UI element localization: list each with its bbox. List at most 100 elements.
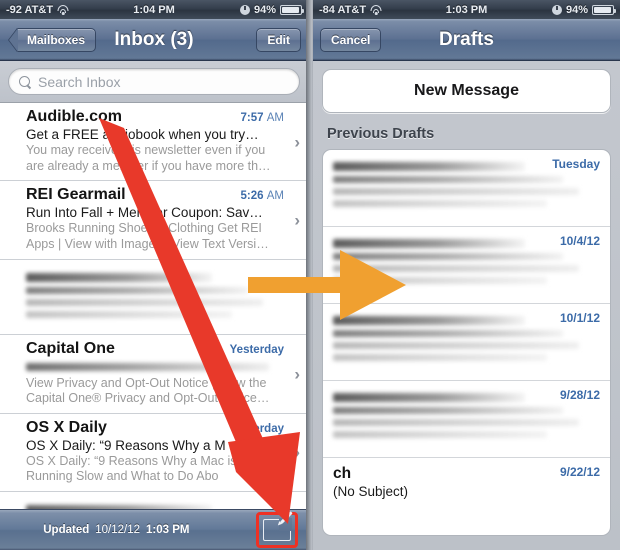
chevron-right-icon: › [294,132,300,152]
list-item[interactable]: 9/28/12 [323,381,610,458]
redacted-subject [26,362,269,371]
updated-time: 1:03 PM [146,524,190,536]
redacted-preview-line [26,310,233,318]
new-message-button[interactable]: New Message [322,69,611,113]
list-item[interactable]: 10/4/12 [323,227,610,304]
redacted-preview-line [333,419,579,426]
right-nav-bar: Cancel Drafts [313,19,620,61]
carrier-label: -84 AT&T [319,3,367,16]
right-status-battery-group: 94% [551,3,616,16]
message-sender: Capital One [26,339,115,357]
message-time: Yesterday [229,422,284,435]
wifi-icon [57,4,69,15]
message-date: 7:57 AM [241,112,284,124]
clock-icon [551,4,562,15]
left-status-battery-group: 94% [239,3,304,16]
table-row[interactable]: Audible.com 7:57 AM Get a FREE audiobook… [0,103,308,182]
message-preview: You may receive this newsletter even if … [26,143,271,173]
redacted-preview-line [333,265,579,272]
wifi-icon [370,4,382,15]
search-input[interactable]: Search Inbox [8,68,300,95]
updated-status: Updated 10/12/12 1:03 PM [43,524,189,536]
chevron-right-icon: › [294,210,300,230]
draft-subject: (No Subject) [333,484,409,499]
draft-date: Tuesday [552,157,600,171]
message-subject: Get a FREE audiobook when you try… [26,127,259,142]
message-time: Yesterday [229,343,284,356]
table-row[interactable]: OS X Daily Yesterday OS X Daily: “9 Reas… [0,413,308,492]
message-preview: Brooks Running Shoes + Clothing Get REI … [26,221,269,251]
redacted-preview-line [333,188,579,195]
search-placeholder: Search Inbox [38,73,121,90]
chevron-right-icon: › [294,442,300,462]
left-status-signal-group: -92 AT&T [6,4,69,16]
list-item[interactable]: 10/1/12 [323,304,610,381]
left-status-bar: -92 AT&T 1:04 PM 94% [0,0,308,19]
message-date: Yesterday [230,423,284,435]
search-bar: Search Inbox [0,61,308,103]
right-status-bar: -84 AT&T 1:03 PM 94% [313,0,620,19]
row-header: Capital One Yesterday [26,340,284,358]
message-sender: REI Gearmail [26,186,126,204]
list-item[interactable]: 9/22/12 ch (No Subject) [323,458,610,535]
draft-date: 9/28/12 [559,388,600,402]
redacted-subject [333,407,563,414]
redacted-sender [333,162,526,171]
table-row[interactable]: REI Gearmail 5:26 AM Run Into Fall + Mem… [0,181,308,260]
message-date: Yesterday [230,344,284,356]
redacted-subject [26,286,248,294]
left-nav-bar: Mailboxes Inbox (3) Edit [0,19,308,61]
redacted-preview-line [333,200,547,207]
message-sender: OS X Daily [26,418,107,436]
redacted-sender [333,393,526,402]
battery-icon [592,4,616,15]
draft-date: 9/22/12 [559,465,600,479]
redacted-sender [333,239,526,248]
drafts-list: Tuesday 10/4/12 10/1/12 9/28/12 9/22/12 … [322,149,611,536]
battery-percent-label: 94% [253,3,276,16]
inbox-message-list: Audible.com 7:57 AM Get a FREE audiobook… [0,103,308,550]
clock-icon [239,4,250,15]
row-header: Audible.com 7:57 AM [26,108,284,126]
cancel-button[interactable]: Cancel [320,27,382,52]
redacted-preview-line [333,431,547,438]
right-status-signal-group: -84 AT&T [319,4,382,16]
list-item[interactable]: Tuesday [323,150,610,227]
carrier-label: -92 AT&T [6,3,54,16]
redacted-sender [333,316,526,325]
draft-date: 10/4/12 [559,234,600,248]
message-preview: View Privacy and Opt-Out Notice | View t… [26,375,270,406]
battery-percent-label: 94% [565,3,588,16]
mailboxes-back-button[interactable]: Mailboxes [17,27,97,52]
bottom-toolbar: Updated 10/12/12 1:03 PM [0,509,308,550]
row-header: OS X Daily Yesterday [26,419,284,437]
compose-icon[interactable] [262,511,293,541]
redacted-subject [333,253,563,260]
message-time: 5:26 [240,190,264,203]
updated-date: 10/12/12 [95,524,141,536]
message-ampm: AM [266,190,284,203]
redacted-subject [333,330,563,337]
message-subject: Run Into Fall + Member Coupon: Sav… [26,205,263,221]
message-time: 7:57 [240,112,264,124]
updated-label: Updated [43,524,90,536]
right-phone-drafts: -84 AT&T 1:03 PM 94% Cancel Drafts New M… [313,0,620,550]
message-preview: OS X Daily: “9 Reasons Why a Mac is Runn… [26,453,237,484]
redacted-preview-line [333,277,547,284]
redacted-preview-line [333,342,579,349]
table-row[interactable]: Capital One Yesterday View Privacy and O… [0,334,308,414]
redacted-subject [333,176,563,183]
message-ampm: AM [266,112,284,124]
chevron-right-icon: › [294,364,300,384]
table-row-redacted[interactable] [0,259,308,335]
draft-date: 10/1/12 [559,311,600,325]
drafts-body: New Message Previous Drafts Tuesday 10/4… [313,61,620,550]
redacted-sender [26,272,212,282]
edit-button[interactable]: Edit [256,27,301,52]
screenshot-root: -92 AT&T 1:04 PM 94% Mailboxes Inbox (3)… [0,0,620,550]
previous-drafts-heading: Previous Drafts [327,126,435,142]
message-subject: OS X Daily: “9 Reasons Why a M [26,437,226,453]
redacted-preview-line [333,354,547,361]
row-header: REI Gearmail 5:26 AM [26,186,284,204]
battery-icon [280,4,304,15]
